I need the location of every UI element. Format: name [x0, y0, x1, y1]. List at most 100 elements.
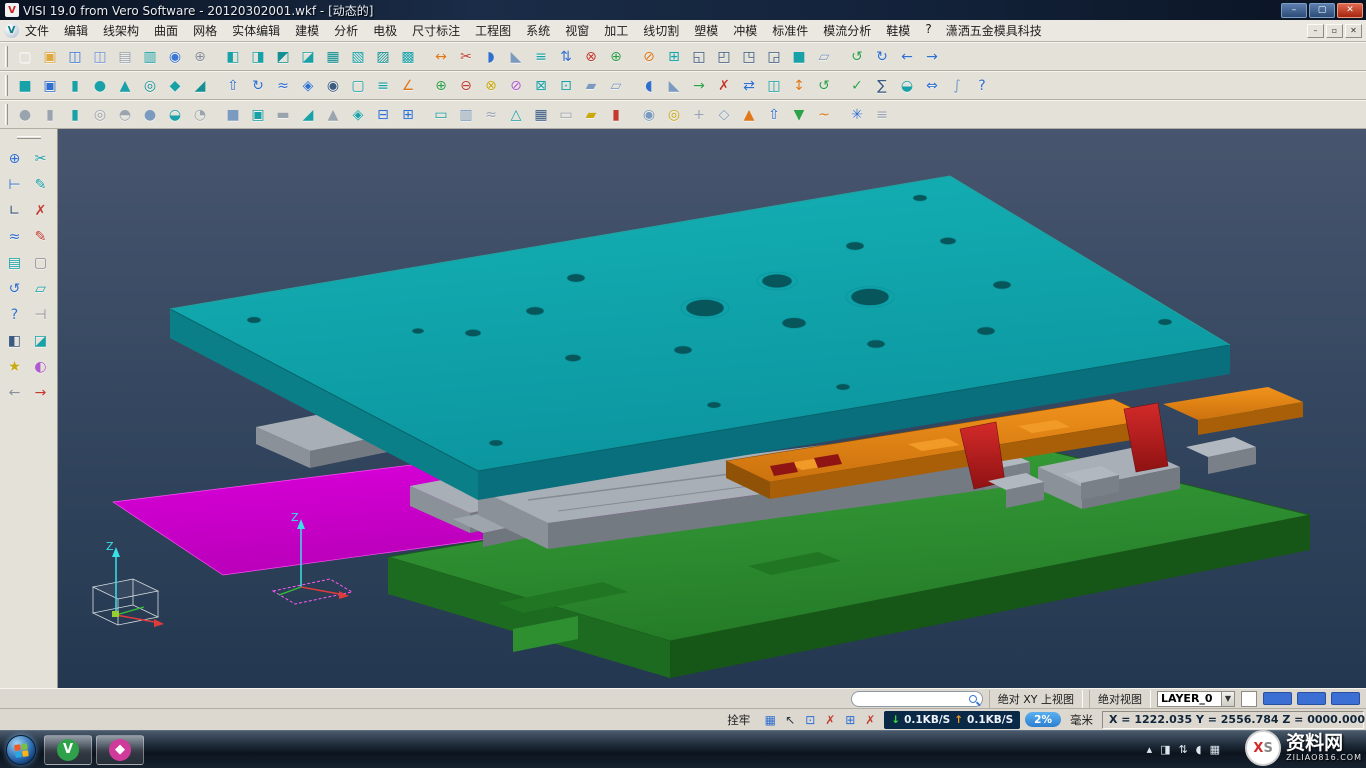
- cylinder-primitive-icon[interactable]: ▮: [38, 103, 62, 127]
- child-minimize-button[interactable]: –: [1307, 24, 1324, 38]
- surface-sweep-icon[interactable]: ◪: [296, 45, 320, 69]
- edge-edit-icon[interactable]: ▱: [604, 74, 628, 98]
- sphere-primitive-icon[interactable]: ●: [138, 103, 162, 127]
- boolean-subtract-icon[interactable]: ⊖: [454, 74, 478, 98]
- open-file-icon[interactable]: ▣: [38, 45, 62, 69]
- scale-solid-icon[interactable]: ↕: [787, 74, 811, 98]
- disc-primitive-icon[interactable]: ●: [13, 103, 37, 127]
- thread-feature-icon[interactable]: ≈: [479, 103, 503, 127]
- copy-solid-icon[interactable]: ⇄: [737, 74, 761, 98]
- plot-icon[interactable]: ▥: [138, 45, 162, 69]
- rotate-solid-icon[interactable]: ↺: [812, 74, 836, 98]
- menu-item[interactable]: 视窗: [565, 22, 589, 39]
- runner-icon[interactable]: ~: [812, 103, 836, 127]
- split-solid-icon[interactable]: ⊘: [504, 74, 528, 98]
- print-icon[interactable]: ▤: [113, 45, 137, 69]
- side-toolbar-grip[interactable]: [17, 136, 41, 139]
- toolbar-grip[interactable]: [5, 75, 8, 96]
- bushing-icon[interactable]: ◉: [637, 103, 661, 127]
- slot-feature-icon[interactable]: ▭: [554, 103, 578, 127]
- boolean-union-icon[interactable]: ⊕: [429, 74, 453, 98]
- pin-feature-icon[interactable]: ▮: [604, 103, 628, 127]
- key-feature-icon[interactable]: ▰: [579, 103, 603, 127]
- validate-icon[interactable]: ✓: [845, 74, 869, 98]
- layer-color-swatch[interactable]: [1331, 692, 1360, 705]
- shaded-view-icon[interactable]: ■: [787, 45, 811, 69]
- surface-offset-icon[interactable]: ▩: [396, 45, 420, 69]
- visi-taskbar-button[interactable]: V: [44, 735, 92, 765]
- hole-feature-icon[interactable]: ◉: [321, 74, 345, 98]
- cap-primitive-icon[interactable]: ◔: [188, 103, 212, 127]
- pattern-icon[interactable]: ⊞: [662, 45, 686, 69]
- offset-curve-icon[interactable]: ≡: [529, 45, 553, 69]
- extrude-icon[interactable]: ⇧: [221, 74, 245, 98]
- block-solid-icon[interactable]: ▣: [38, 74, 62, 98]
- menu-item[interactable]: 模流分析: [823, 22, 871, 39]
- rotate-view-icon[interactable]: ↺: [845, 45, 869, 69]
- lock-icon[interactable]: ◧: [3, 329, 27, 353]
- view-iso-icon[interactable]: ◱: [687, 45, 711, 69]
- hidden-icons-icon[interactable]: ▴: [1147, 743, 1153, 756]
- surface-revolve-icon[interactable]: ◩: [271, 45, 295, 69]
- washer-icon[interactable]: ◎: [662, 103, 686, 127]
- cursor-icon[interactable]: ↖: [781, 711, 799, 728]
- lifter-icon[interactable]: ⇧: [762, 103, 786, 127]
- mirror-solid-icon[interactable]: ◫: [762, 74, 786, 98]
- info-icon[interactable]: ?: [970, 74, 994, 98]
- wedge-primitive-icon[interactable]: ◢: [296, 103, 320, 127]
- draft-feature-icon[interactable]: ∠: [396, 74, 420, 98]
- query-icon[interactable]: ?: [3, 303, 27, 327]
- analyze-icon[interactable]: ∑: [870, 74, 894, 98]
- pad-feature-icon[interactable]: ▭: [429, 103, 453, 127]
- screw-icon[interactable]: +: [687, 103, 711, 127]
- cooling-icon[interactable]: ✳: [845, 103, 869, 127]
- menu-item[interactable]: 线架构: [103, 22, 139, 39]
- gate-icon[interactable]: ▼: [787, 103, 811, 127]
- chamfer-solid-icon[interactable]: ◣: [662, 74, 686, 98]
- stitch-icon[interactable]: ⊠: [529, 74, 553, 98]
- view-mode-button[interactable]: 绝对 XY 上视图: [989, 690, 1083, 708]
- surface-trim-icon[interactable]: ✂: [454, 45, 478, 69]
- view-top-icon[interactable]: ◰: [712, 45, 736, 69]
- save-icon[interactable]: ◫: [63, 45, 87, 69]
- loft-solid-icon[interactable]: ◈: [296, 74, 320, 98]
- vent-icon[interactable]: ≡: [870, 103, 894, 127]
- menu-item[interactable]: ?: [925, 22, 931, 39]
- surface-net-icon[interactable]: ▦: [321, 45, 345, 69]
- layers-icon[interactable]: ▤: [3, 251, 27, 275]
- orbit-icon[interactable]: ↺: [3, 277, 27, 301]
- menu-item[interactable]: 工程图: [475, 22, 511, 39]
- layer-color-swatch[interactable]: [1263, 692, 1292, 705]
- cylinder-teal-icon[interactable]: ▮: [63, 103, 87, 127]
- sheet-icon[interactable]: ▢: [29, 251, 53, 275]
- menu-item[interactable]: 分析: [334, 22, 358, 39]
- child-restore-button[interactable]: ▫: [1326, 24, 1343, 38]
- start-button[interactable]: [6, 735, 36, 765]
- pencil-icon[interactable]: ✎: [29, 225, 53, 249]
- cube-primitive-icon[interactable]: ■: [221, 103, 245, 127]
- join-icon[interactable]: ⊕: [604, 45, 628, 69]
- maximize-button[interactable]: ▢: [1309, 3, 1335, 18]
- shell-feature-icon[interactable]: ▢: [346, 74, 370, 98]
- redo-icon[interactable]: →: [920, 45, 944, 69]
- ring-primitive-icon[interactable]: ◎: [88, 103, 112, 127]
- design-app-taskbar-button[interactable]: ◆: [96, 735, 144, 765]
- close-button[interactable]: ✕: [1337, 3, 1363, 18]
- torus-solid-icon[interactable]: ◎: [138, 74, 162, 98]
- menu-item[interactable]: 电极: [373, 22, 397, 39]
- palette-icon[interactable]: ◐: [29, 355, 53, 379]
- boolean-intersect-icon[interactable]: ⊗: [479, 74, 503, 98]
- menu-item[interactable]: 曲面: [154, 22, 178, 39]
- delete-face-icon[interactable]: ✗: [712, 74, 736, 98]
- zoom-window-icon[interactable]: ◉: [163, 45, 187, 69]
- network-tray-icon[interactable]: ⇅: [1179, 743, 1188, 756]
- menu-item[interactable]: 尺寸标注: [412, 22, 460, 39]
- layer-preview-box[interactable]: [1241, 691, 1257, 707]
- taper-feature-icon[interactable]: △: [504, 103, 528, 127]
- absolute-view-button[interactable]: 绝对视图: [1089, 690, 1151, 708]
- ortho-icon[interactable]: ⊞: [841, 711, 859, 728]
- volume-tray-icon[interactable]: ◖: [1196, 743, 1202, 756]
- layer-color-swatch[interactable]: [1297, 692, 1326, 705]
- back-icon[interactable]: ←: [3, 381, 27, 405]
- select-box-icon[interactable]: ⊡: [801, 711, 819, 728]
